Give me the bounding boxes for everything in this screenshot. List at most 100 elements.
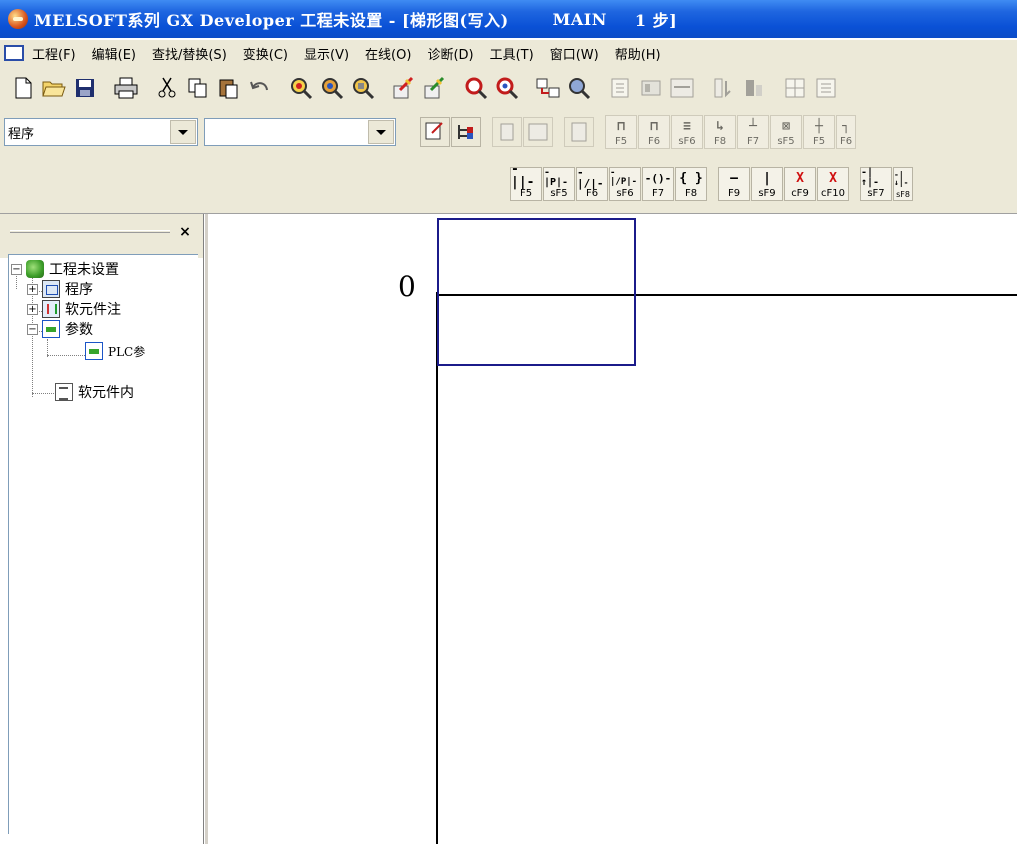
new-file-button[interactable] xyxy=(8,73,38,103)
menu-find-replace[interactable]: 查找/替换(S) xyxy=(152,44,227,63)
tree-item-device-memory[interactable]: 软元件内 xyxy=(55,382,134,402)
device-icon xyxy=(500,123,514,141)
menu-edit[interactable]: 编辑(E) xyxy=(92,44,136,63)
menu-project[interactable]: 工程(F) xyxy=(32,44,76,63)
cut-button[interactable] xyxy=(152,73,182,103)
fkey-close-contact[interactable]: ⊓ F6 xyxy=(638,115,670,149)
parameter-check-button[interactable] xyxy=(605,73,635,103)
fkey-f5[interactable]: -||- F5 xyxy=(510,163,542,201)
fkey-label: F5 xyxy=(812,136,826,147)
sfc-button[interactable] xyxy=(708,73,738,103)
device-search-button[interactable] xyxy=(286,73,316,103)
fkey-label: sF9 xyxy=(758,187,776,199)
tree-item-plc-parameter[interactable]: PLC参 xyxy=(85,341,145,361)
device-display-button[interactable] xyxy=(492,117,522,147)
device-batch-button[interactable] xyxy=(780,73,810,103)
document-icon[interactable] xyxy=(4,45,24,61)
collapse-icon[interactable]: − xyxy=(11,263,22,275)
fkey-label: sF6 xyxy=(616,187,634,199)
comment-edit-button[interactable] xyxy=(389,73,419,103)
fkey-f6[interactable]: -|/|- F6 xyxy=(576,166,608,201)
macro-display-button[interactable] xyxy=(523,117,553,147)
collapse-icon[interactable]: − xyxy=(27,323,38,335)
fkey-sf6[interactable]: -|/P|- sF6 xyxy=(609,166,641,201)
open-file-button[interactable] xyxy=(39,73,69,103)
edit-cursor[interactable] xyxy=(437,218,636,366)
fkey-f9[interactable]: — F9 xyxy=(718,166,750,201)
label-display-button[interactable] xyxy=(564,117,594,147)
panel-grip[interactable] xyxy=(10,230,170,233)
fkey-open-contact[interactable]: ⊓ F5 xyxy=(605,115,637,149)
plc-diagnostics-button[interactable] xyxy=(564,73,594,103)
tree-item-root[interactable]: − 工程未设置 xyxy=(11,259,119,279)
title-bar[interactable]: MELSOFT系列 GX Developer 工程未设置 - [梯形图(写入) … xyxy=(0,0,1017,38)
fkey-application[interactable]: ↳ F8 xyxy=(704,115,736,149)
monitor-write-button[interactable] xyxy=(492,73,522,103)
fkey-parallel-open[interactable]: ⊠ sF5 xyxy=(770,115,802,149)
fkey-end[interactable]: ┐ F6 xyxy=(836,115,856,149)
step-search-button[interactable] xyxy=(348,73,378,103)
undo-button[interactable] xyxy=(245,73,275,103)
plc-transfer-button[interactable] xyxy=(533,73,563,103)
copy-button[interactable] xyxy=(183,73,213,103)
title-view: [梯形图(写入) xyxy=(401,11,509,30)
sfc-block-button[interactable] xyxy=(739,73,769,103)
data-name-select[interactable] xyxy=(204,118,396,146)
title-step: 1 步] xyxy=(634,11,678,30)
menu-help[interactable]: 帮助(H) xyxy=(615,44,661,63)
save-icon xyxy=(76,79,94,97)
menu-convert[interactable]: 变换(C) xyxy=(243,44,288,63)
fkey-sf7[interactable]: -|↑|- sF7 xyxy=(860,166,892,201)
panel-header[interactable]: × xyxy=(0,214,203,258)
tree-item-parameter[interactable]: − 参数 xyxy=(27,319,93,339)
tree-label: 软元件内 xyxy=(78,385,134,401)
menu-diagnostics[interactable]: 诊断(D) xyxy=(427,44,473,63)
menu-tools[interactable]: 工具(T) xyxy=(490,44,534,63)
diagnostics-icon xyxy=(569,78,591,100)
comment-display-button[interactable] xyxy=(420,117,450,147)
fkey-sf5[interactable]: -|P|- sF5 xyxy=(543,166,575,201)
chevron-down-icon[interactable] xyxy=(368,120,394,144)
fkey-parallel-close[interactable]: ≡ sF6 xyxy=(671,115,703,149)
app-icon[interactable] xyxy=(8,9,28,29)
ladder-editor[interactable]: 0 xyxy=(205,214,1017,844)
chevron-down-icon[interactable] xyxy=(170,120,196,144)
expand-icon[interactable]: + xyxy=(27,303,38,315)
tree-item-device-comment[interactable]: + 软元件注 xyxy=(27,299,121,319)
data-type-select[interactable]: 程序 xyxy=(4,118,198,146)
save-button[interactable] xyxy=(70,73,100,103)
paste-button[interactable] xyxy=(214,73,244,103)
fkey-coil[interactable]: ┴ F7 xyxy=(737,115,769,149)
fkey-label: sF6 xyxy=(678,136,696,147)
print-button[interactable] xyxy=(111,73,141,103)
menu-view[interactable]: 显示(V) xyxy=(304,44,349,63)
fkey-f7[interactable]: -()- F7 xyxy=(642,166,674,201)
list-button[interactable] xyxy=(811,73,841,103)
fkey-sf8[interactable]: -|↓|- sF8 xyxy=(893,166,913,201)
plc-memory-button[interactable] xyxy=(636,73,666,103)
fkey-label: sF8 xyxy=(896,189,910,199)
fkey-cf10[interactable]: XcF10 xyxy=(817,166,849,201)
monitor-button[interactable] xyxy=(461,73,491,103)
menu-online[interactable]: 在线(O) xyxy=(365,44,411,63)
fkey-cf9[interactable]: XcF9 xyxy=(784,166,816,201)
fkey-f8[interactable]: { } F8 xyxy=(675,166,707,201)
fkey-sf9[interactable]: | sF9 xyxy=(751,166,783,201)
expand-icon[interactable]: + xyxy=(27,283,38,295)
memory-icon xyxy=(641,80,661,96)
open-folder-icon xyxy=(42,81,66,97)
sfc-block-icon xyxy=(746,80,762,96)
undo-icon xyxy=(250,81,268,91)
error-check-button[interactable] xyxy=(667,73,697,103)
fkey-branch[interactable]: ┼ F5 xyxy=(803,115,835,149)
project-icon xyxy=(26,260,44,278)
tree-display-button[interactable] xyxy=(451,117,481,147)
tree-item-program[interactable]: + 程序 xyxy=(27,279,93,299)
fkey-label: cF9 xyxy=(791,187,809,199)
error-icon xyxy=(670,78,694,98)
menu-window[interactable]: 窗口(W) xyxy=(550,44,599,63)
statement-edit-button[interactable] xyxy=(420,73,450,103)
instruction-search-button[interactable] xyxy=(317,73,347,103)
close-icon[interactable]: × xyxy=(177,224,193,240)
title-project: 工程未设置 - xyxy=(300,11,396,30)
